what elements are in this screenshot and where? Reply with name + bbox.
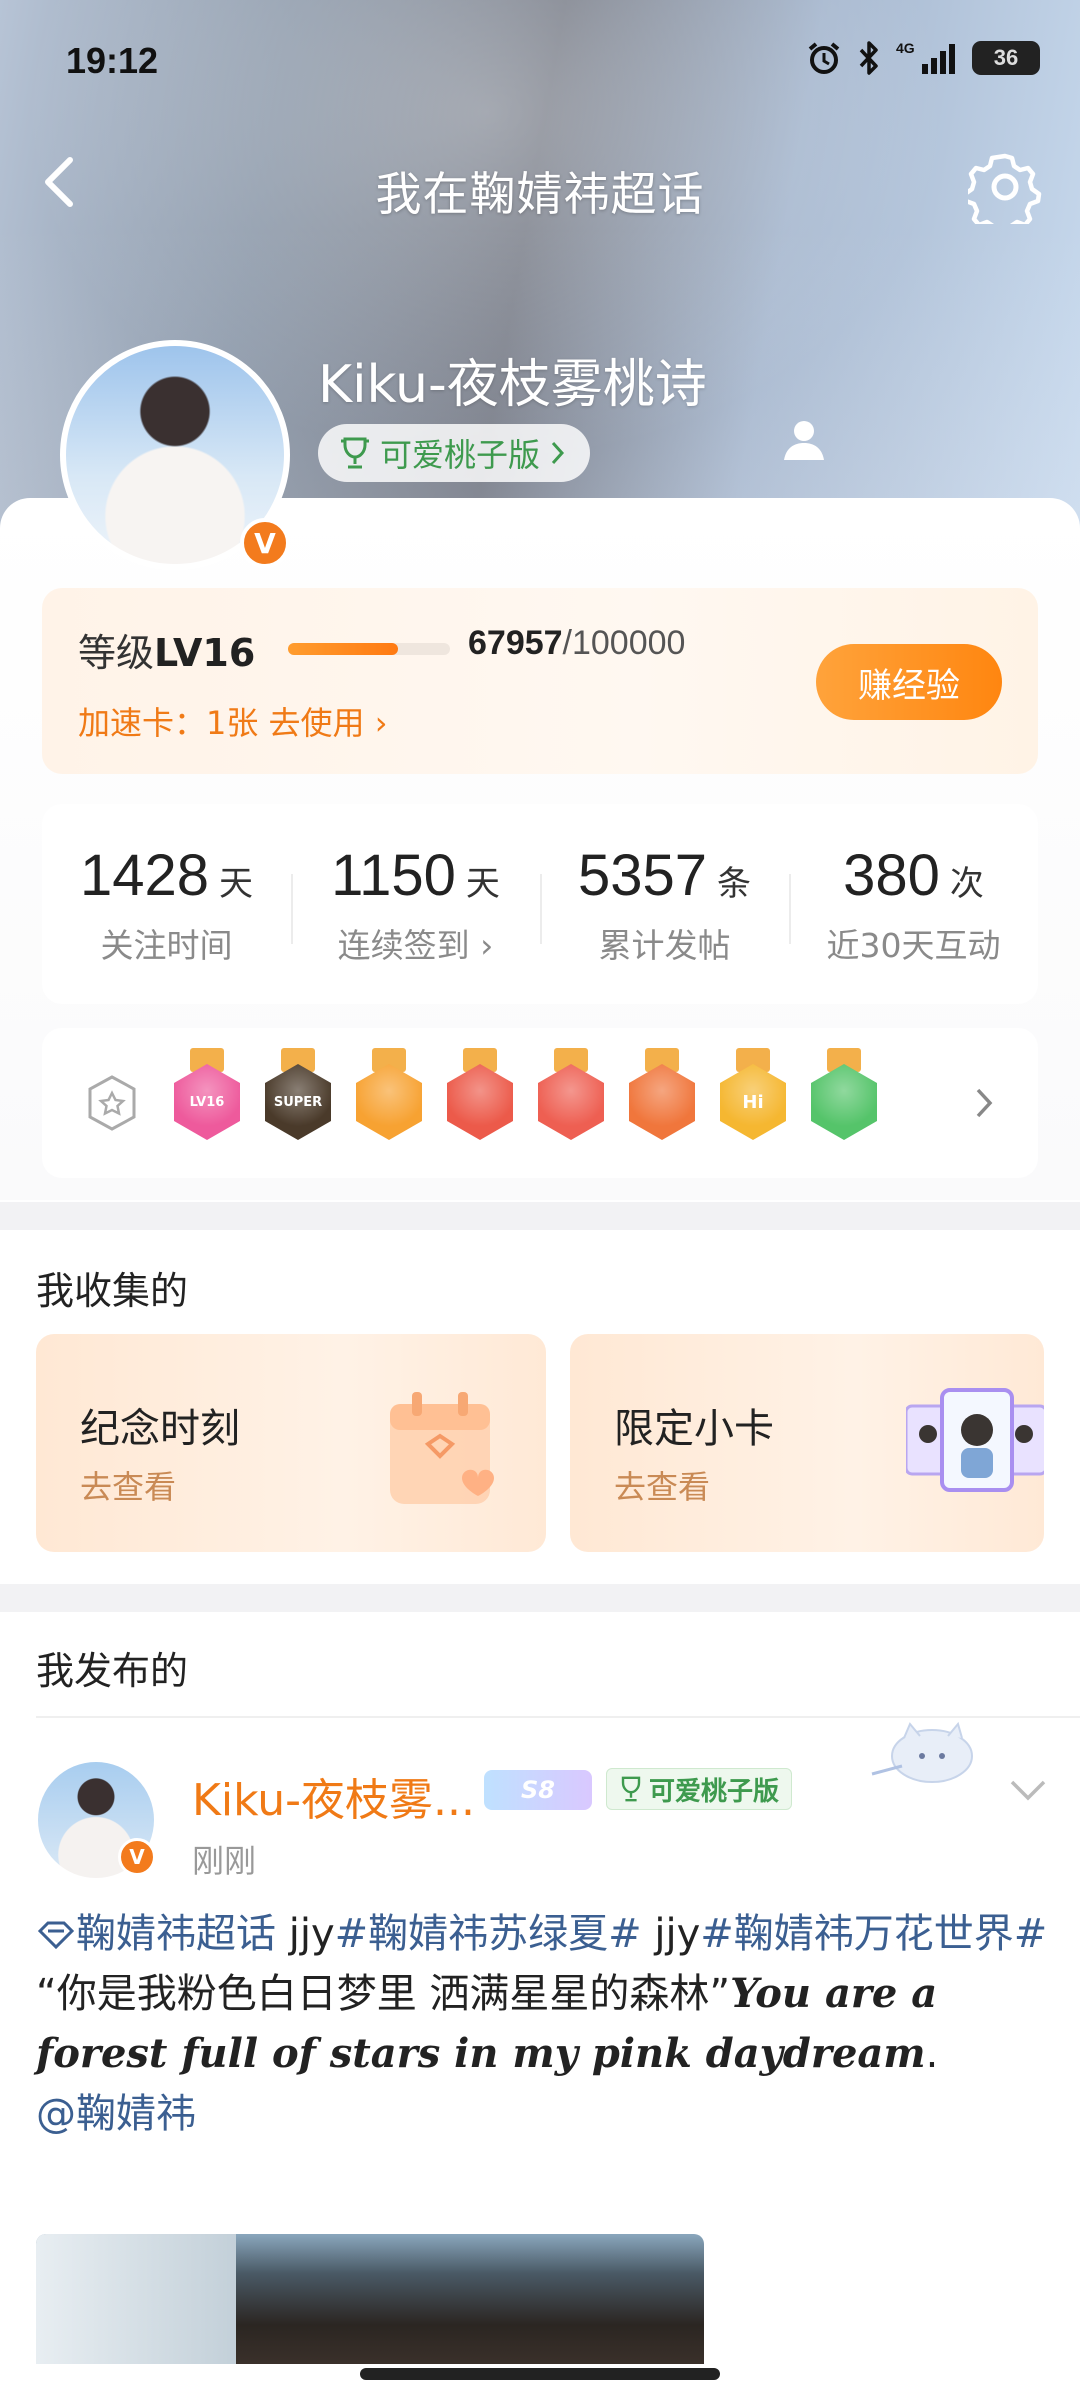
person-icon[interactable] [782, 418, 826, 462]
trophy-icon [621, 1776, 641, 1802]
published-title: 我发布的 [36, 1649, 189, 1693]
medal-list: LV16 SUPER Hi [174, 1048, 954, 1158]
fan-tag-button[interactable]: 可爱桃子版 [318, 424, 591, 482]
medal-face [811, 1064, 877, 1140]
main-card: 等级LV16 67957/100000 加速卡：1张 去使用 › 赚经验 142… [0, 498, 1080, 1200]
level-progress-fill [288, 643, 399, 655]
section-divider [0, 1202, 1080, 1230]
hand-medal-green-icon[interactable] [811, 1048, 877, 1148]
earn-exp-button[interactable]: 赚经验 [816, 644, 1002, 720]
calendar-heart-icon [390, 1392, 494, 1504]
photo-cards-icon [906, 1388, 1044, 1492]
level-badge: S8 [484, 1770, 592, 1810]
post-image[interactable] [36, 2234, 704, 2364]
stat-checkin-days[interactable]: 1150 天 连续签到 › [291, 804, 540, 1004]
verified-badge-icon: V [118, 1838, 156, 1876]
level-progress-text: 67957/100000 [468, 624, 686, 662]
post-quote-cn: “你是我粉色白日梦里 洒满星星的森林” [36, 1971, 731, 2017]
medal-face [538, 1064, 604, 1140]
topic-link[interactable]: #鞠婧祎万花世界# [700, 1911, 1047, 1957]
fan-tag-label: 可爱桃子版 [380, 436, 541, 474]
level-progress-bar [288, 643, 450, 655]
status-time: 19:12 [66, 40, 159, 81]
medal-strip[interactable]: LV16 SUPER Hi [42, 1028, 1038, 1178]
user-name: Kiku-夜枝雾桃诗 [318, 355, 707, 415]
level-value: LV16 [154, 631, 256, 675]
memorial-moments-link: 去查看 [80, 1468, 177, 1506]
post-author-name[interactable]: Kiku-夜枝雾... [192, 1764, 475, 1828]
chevron-right-icon [551, 441, 565, 465]
signal-icon: 4G [896, 40, 958, 76]
cat-medal-red-2-icon[interactable] [538, 1048, 604, 1148]
post-time: 刚刚 [192, 1842, 257, 1880]
stats-panel: 1428 天 关注时间 1150 天 连续签到 › 5357 条 累计发帖 380 次 … [42, 804, 1038, 1004]
medal-label: Hi [742, 1091, 764, 1113]
topic-link[interactable]: #鞠婧祎苏绿夏# [335, 1911, 642, 1957]
super-crown-medal-icon[interactable]: SUPER [265, 1048, 331, 1148]
memorial-moments-title: 纪念时刻 [80, 1406, 240, 1452]
page-title: 我在鞠婧祎超话 [375, 167, 705, 221]
battery-icon: 36 [972, 41, 1040, 75]
cat-sticker-icon [871, 1721, 973, 1783]
status-bar: 19:12 4G 36 [0, 0, 1080, 120]
collection-title: 我收集的 [36, 1269, 189, 1313]
home-indicator[interactable] [360, 2368, 720, 2380]
topic-link[interactable]: 鞠婧祎超话 [36, 1911, 276, 1957]
fox-medal-icon[interactable] [629, 1048, 695, 1148]
settings-button[interactable] [962, 150, 1042, 239]
stat-interactions: 380 次 近30天互动 [789, 804, 1038, 1004]
memorial-moments-card[interactable]: 纪念时刻 去查看 [36, 1334, 546, 1552]
diamond-topic-icon [37, 1921, 75, 1950]
post-content: 鞠婧祎超话 jjy#鞠婧祎苏绿夏# jjy#鞠婧祎万花世界# “你是我粉色白日梦… [36, 1911, 1048, 2137]
medal-face: Hi [720, 1064, 786, 1140]
hi-medal-icon[interactable]: Hi [720, 1048, 786, 1148]
limited-card-title: 限定小卡 [614, 1406, 774, 1452]
bluetooth-icon [856, 40, 882, 76]
alarm-icon [806, 40, 842, 76]
medal-label: LV16 [189, 1094, 225, 1110]
verified-badge-icon: V [240, 518, 290, 568]
chevron-right-icon[interactable] [964, 1080, 1004, 1126]
medal-face [629, 1064, 695, 1140]
cat-medal-red-icon[interactable] [447, 1048, 513, 1148]
stat-follow-days: 1428 天 关注时间 [79, 843, 254, 965]
speed-card-link[interactable]: 加速卡：1张 去使用 › [78, 698, 388, 744]
gear-icon [962, 153, 1042, 239]
svg-text:4G: 4G [896, 40, 915, 56]
section-divider [0, 1584, 1080, 1612]
crown-medal-icon[interactable] [356, 1048, 422, 1148]
status-icons: 4G 36 [806, 40, 1040, 76]
trophy-icon [341, 437, 369, 469]
mention-link[interactable]: @鞠婧祎 [36, 2091, 196, 2137]
level-card: 等级LV16 67957/100000 加速卡：1张 去使用 › 赚经验 [42, 588, 1038, 774]
medal-face [447, 1064, 513, 1140]
limited-card-card[interactable]: 限定小卡 去查看 [570, 1334, 1044, 1552]
medal-label: SUPER [273, 1094, 323, 1110]
chevron-down-icon[interactable] [1004, 1770, 1052, 1810]
level-label: 等级LV16 [78, 631, 256, 675]
medal-hexagon-icon [86, 1074, 138, 1132]
medal-face: SUPER [265, 1064, 331, 1140]
post-fan-tag: 可爱桃子版 [606, 1768, 793, 1810]
medal-face [356, 1064, 422, 1140]
limited-card-link: 去查看 [614, 1468, 711, 1506]
lv16-medal-icon[interactable]: LV16 [174, 1048, 240, 1148]
medal-face: LV16 [174, 1064, 240, 1140]
stat-total-posts: 5357 条 累计发帖 [540, 804, 789, 1004]
